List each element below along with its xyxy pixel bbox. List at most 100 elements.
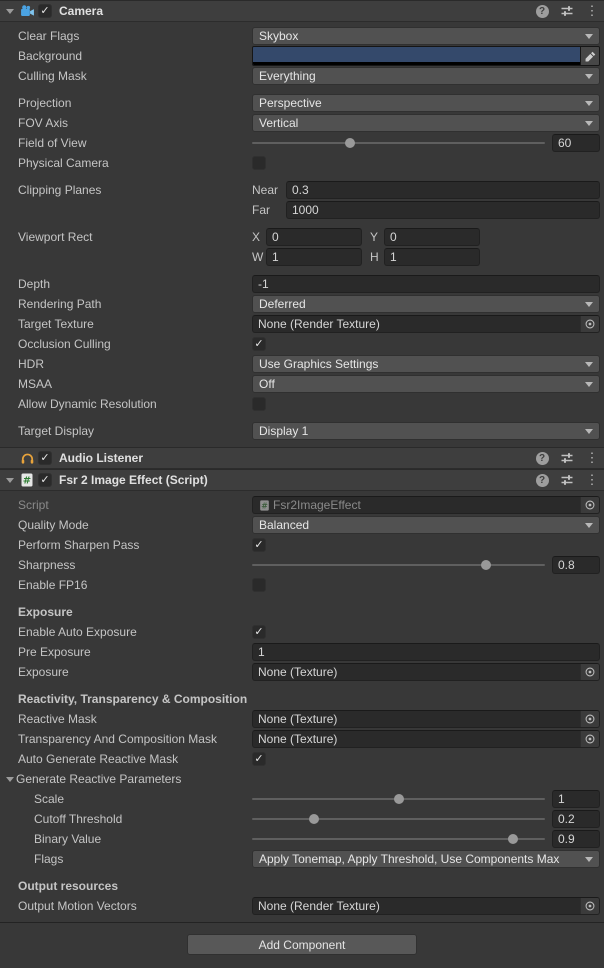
viewport-y-input[interactable]: 0 bbox=[384, 228, 480, 246]
perform-sharpen-pass-checkbox[interactable] bbox=[252, 538, 266, 552]
culling-mask-dropdown[interactable]: Everything bbox=[252, 67, 600, 85]
viewport-x-input[interactable]: 0 bbox=[266, 228, 362, 246]
sharpness-input[interactable]: 0.8 bbox=[552, 556, 600, 574]
allow-dynamic-resolution-checkbox[interactable] bbox=[252, 397, 266, 411]
flags-dropdown[interactable]: Apply Tonemap, Apply Threshold, Use Comp… bbox=[252, 850, 600, 868]
transparency-mask-field[interactable]: None (Texture) bbox=[252, 730, 600, 748]
generate-reactive-parameters-row: Generate Reactive Parameters bbox=[0, 769, 604, 789]
scale-input[interactable]: 1 bbox=[552, 790, 600, 808]
chevron-down-icon bbox=[585, 523, 593, 528]
background-color-field[interactable] bbox=[252, 46, 600, 66]
add-component-button[interactable]: Add Component bbox=[187, 934, 417, 955]
projection-label: Projection bbox=[18, 96, 252, 110]
audio-listener-component-header[interactable]: Audio Listener bbox=[0, 447, 604, 469]
scale-slider[interactable] bbox=[252, 790, 545, 808]
slider-handle[interactable] bbox=[309, 814, 319, 824]
presets-icon[interactable] bbox=[559, 472, 575, 488]
foldout-arrow-icon[interactable] bbox=[4, 474, 16, 486]
pre-exposure-input[interactable]: 1 bbox=[252, 643, 600, 661]
presets-icon[interactable] bbox=[559, 3, 575, 19]
fsr2-component-header[interactable]: # Fsr 2 Image Effect (Script) bbox=[0, 469, 604, 491]
object-picker-icon[interactable] bbox=[580, 711, 599, 727]
cutoff-threshold-slider[interactable] bbox=[252, 810, 545, 828]
reactive-mask-field[interactable]: None (Texture) bbox=[252, 710, 600, 728]
enable-auto-exposure-label: Enable Auto Exposure bbox=[18, 625, 252, 639]
clear-flags-label: Clear Flags bbox=[18, 29, 252, 43]
foldout-arrow-icon[interactable] bbox=[4, 5, 16, 17]
projection-dropdown[interactable]: Perspective bbox=[252, 94, 600, 112]
fsr2-enabled-checkbox[interactable] bbox=[38, 473, 52, 487]
physical-camera-label: Physical Camera bbox=[18, 156, 252, 170]
slider-handle[interactable] bbox=[394, 794, 404, 804]
eyedropper-icon[interactable] bbox=[580, 47, 599, 65]
target-texture-field[interactable]: None (Render Texture) bbox=[252, 315, 600, 333]
rendering-path-dropdown[interactable]: Deferred bbox=[252, 295, 600, 313]
far-label: Far bbox=[252, 203, 286, 217]
presets-icon[interactable] bbox=[559, 450, 575, 466]
binary-value-input[interactable]: 0.9 bbox=[552, 830, 600, 848]
cutoff-threshold-row: Cutoff Threshold 0.2 bbox=[0, 809, 604, 829]
slider-handle[interactable] bbox=[481, 560, 491, 570]
foldout-arrow-icon[interactable] bbox=[4, 773, 16, 785]
hdr-dropdown[interactable]: Use Graphics Settings bbox=[252, 355, 600, 373]
output-motion-vectors-field[interactable]: None (Render Texture) bbox=[252, 897, 600, 915]
far-input[interactable]: 1000 bbox=[286, 201, 600, 219]
binary-value-slider[interactable] bbox=[252, 830, 545, 848]
viewport-w-input[interactable]: 1 bbox=[266, 248, 362, 266]
occlusion-culling-label: Occlusion Culling bbox=[18, 337, 252, 351]
target-display-row: Target Display Display 1 bbox=[0, 421, 604, 441]
camera-enabled-checkbox[interactable] bbox=[38, 4, 52, 18]
script-field[interactable]: # Fsr2ImageEffect bbox=[252, 496, 600, 514]
generate-reactive-parameters-label: Generate Reactive Parameters bbox=[16, 772, 600, 786]
object-picker-icon[interactable] bbox=[580, 316, 599, 332]
kebab-menu-icon[interactable] bbox=[584, 472, 600, 488]
field-of-view-slider[interactable] bbox=[252, 134, 545, 152]
kebab-menu-icon[interactable] bbox=[584, 3, 600, 19]
pre-exposure-label: Pre Exposure bbox=[18, 645, 252, 659]
cutoff-threshold-label: Cutoff Threshold bbox=[34, 812, 252, 826]
enable-auto-exposure-checkbox[interactable] bbox=[252, 625, 266, 639]
clear-flags-row: Clear Flags Skybox bbox=[0, 26, 604, 46]
msaa-label: MSAA bbox=[18, 377, 252, 391]
object-picker-icon[interactable] bbox=[580, 731, 599, 747]
clipping-planes-label: Clipping Planes bbox=[18, 183, 252, 197]
field-of-view-input[interactable]: 60 bbox=[552, 134, 600, 152]
occlusion-culling-checkbox[interactable] bbox=[252, 337, 266, 351]
sharpness-slider[interactable] bbox=[252, 556, 545, 574]
slider-track bbox=[252, 838, 545, 840]
help-icon[interactable] bbox=[534, 3, 550, 19]
object-picker-icon[interactable] bbox=[580, 497, 599, 513]
sharpness-label: Sharpness bbox=[18, 558, 252, 572]
viewport-h-input[interactable]: 1 bbox=[384, 248, 480, 266]
color-swatch[interactable] bbox=[253, 47, 580, 65]
msaa-dropdown[interactable]: Off bbox=[252, 375, 600, 393]
exposure-field[interactable]: None (Texture) bbox=[252, 663, 600, 681]
cutoff-threshold-input[interactable]: 0.2 bbox=[552, 810, 600, 828]
kebab-menu-icon[interactable] bbox=[584, 450, 600, 466]
target-texture-label: Target Texture bbox=[18, 317, 252, 331]
scale-row: Scale 1 bbox=[0, 789, 604, 809]
fov-axis-dropdown[interactable]: Vertical bbox=[252, 114, 600, 132]
quality-mode-dropdown[interactable]: Balanced bbox=[252, 516, 600, 534]
physical-camera-checkbox[interactable] bbox=[252, 156, 266, 170]
enable-fp16-checkbox[interactable] bbox=[252, 578, 266, 592]
slider-handle[interactable] bbox=[508, 834, 518, 844]
slider-handle[interactable] bbox=[345, 138, 355, 148]
slider-track bbox=[252, 818, 545, 820]
output-section-header: Output resources bbox=[18, 879, 252, 893]
y-label: Y bbox=[370, 230, 384, 244]
viewport-rect-wh-row: W 1 H 1 bbox=[0, 247, 604, 267]
binary-value-row: Binary Value 0.9 bbox=[0, 829, 604, 849]
audio-listener-enabled-checkbox[interactable] bbox=[38, 451, 52, 465]
help-icon[interactable] bbox=[534, 472, 550, 488]
help-icon[interactable] bbox=[534, 450, 550, 466]
camera-component-body: Clear Flags Skybox Background Culling Ma… bbox=[0, 22, 604, 447]
target-display-dropdown[interactable]: Display 1 bbox=[252, 422, 600, 440]
auto-generate-reactive-mask-checkbox[interactable] bbox=[252, 752, 266, 766]
clear-flags-dropdown[interactable]: Skybox bbox=[252, 27, 600, 45]
depth-input[interactable]: -1 bbox=[252, 275, 600, 293]
camera-component-header[interactable]: Camera bbox=[0, 0, 604, 22]
object-picker-icon[interactable] bbox=[580, 664, 599, 680]
near-input[interactable]: 0.3 bbox=[286, 181, 600, 199]
object-picker-icon[interactable] bbox=[580, 898, 599, 914]
